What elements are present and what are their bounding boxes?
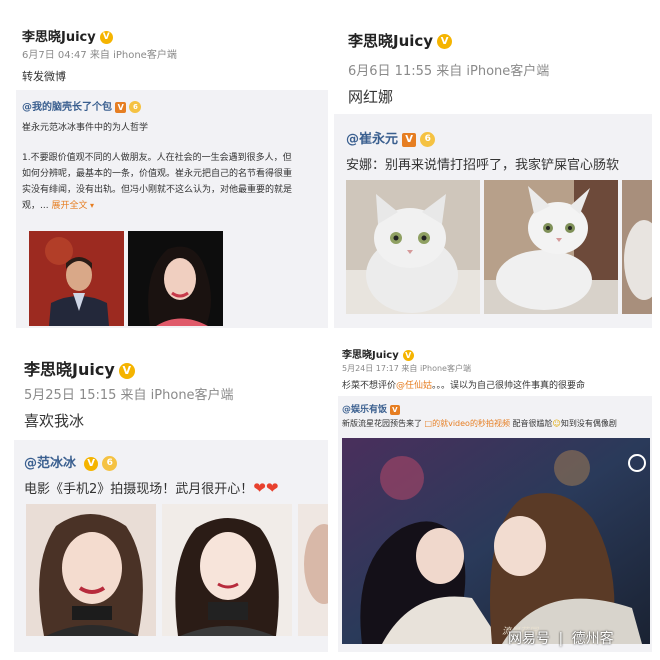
vip-icon: V — [389, 404, 400, 415]
photo-woman-1[interactable] — [26, 504, 156, 636]
woman-photo-image — [128, 231, 223, 326]
photo-woman[interactable] — [128, 231, 223, 326]
expand-link[interactable]: 展开全文 — [51, 201, 87, 211]
photo-cat-2[interactable] — [484, 180, 618, 314]
verified-badge-icon: V — [99, 31, 113, 44]
drama-still-image — [342, 438, 650, 644]
woman-photo-image — [26, 504, 156, 636]
mention-link[interactable]: @任仙姑 — [396, 381, 432, 391]
verified-badge-icon: V — [437, 34, 453, 49]
repost-header: @崔永元 V 6 — [346, 128, 436, 147]
post-text: 转发微博 — [22, 70, 66, 83]
repost-paragraph: 1.不要跟价值观不同的人做朋友。人在社会的一生会遇到很多人，但 如何分辨呢，最基… — [22, 153, 293, 211]
author-name[interactable]: 李思晓Juicy V — [342, 346, 414, 361]
repost-header: @范冰冰 V 6 — [24, 452, 118, 471]
video-thumbnail[interactable]: 流星花园 — [342, 438, 650, 644]
post-card-3: 李思晓Juicy V 5月25日 15:15 来自 iPhone客户端 喜欢我冰 … — [8, 334, 328, 652]
repost-handle[interactable]: @我的脑壳长了个包 — [22, 102, 112, 113]
photo-cat-3[interactable] — [622, 180, 652, 314]
repost-box: @我的脑壳长了个包 V 6 崔永元范冰冰事件中的为人哲学 1.不要跟价值观不同的… — [16, 90, 328, 328]
photo-woman-2[interactable] — [162, 504, 292, 636]
level-icon: 6 — [102, 456, 118, 471]
woman-photo-image — [298, 504, 328, 636]
repost-header: @我的脑壳长了个包 V 6 — [22, 98, 142, 113]
photo-woman-3[interactable] — [298, 504, 328, 636]
photo-man[interactable] — [29, 231, 124, 326]
post-meta: 6月7日 04:47 来自 iPhone客户端 — [22, 50, 177, 61]
brand-watermark: 网易号 | 德州客 — [508, 631, 614, 647]
heart-icon: ❤❤ — [253, 479, 279, 497]
author-name[interactable]: 李思晓Juicy V — [348, 30, 453, 51]
cat-photo-image — [484, 180, 618, 314]
repost-box: @崔永元 V 6 安娜：别再来说情打招呼了，我家铲屎官心肠软 — [334, 114, 652, 328]
cat-photo-image — [622, 180, 652, 314]
photo-cat-1[interactable] — [346, 180, 480, 314]
post-meta: 5月24日 17:17 来自 iPhone客户端 — [342, 364, 471, 373]
level-icon: 6 — [420, 132, 436, 147]
verified-badge-icon: V — [84, 456, 99, 471]
emoji-icon: ☺ — [552, 419, 561, 428]
author-name[interactable]: 李思晓Juicy V — [22, 26, 113, 45]
repost-handle[interactable]: @娱乐有饭 — [342, 405, 387, 415]
post-text: 网红娜 — [348, 88, 394, 106]
repost-box: @范冰冰 V 6 电影《手机2》拍摄现场！武月很开心！❤❤ — [14, 440, 328, 652]
repost-text: 新版流星花园预告来了 □的就video的秒拍视频 配音很尴尬☺知到没有偶像剧 — [342, 419, 617, 428]
repost-text: 安娜：别再来说情打招呼了，我家铲屎官心肠软 — [346, 158, 620, 173]
level-icon: 6 — [129, 101, 142, 113]
woman-photo-image — [162, 504, 292, 636]
vip-icon: V — [402, 132, 417, 147]
post-card-4: 李思晓Juicy V 5月24日 17:17 来自 iPhone客户端 杉菜不想评… — [334, 334, 652, 652]
repost-box: @娱乐有饭 V 新版流星花园预告来了 □的就video的秒拍视频 配音很尴尬☺知… — [338, 396, 652, 652]
man-photo-image — [29, 231, 124, 326]
post-meta: 5月25日 15:15 来自 iPhone客户端 — [24, 388, 234, 403]
verified-badge-icon: V — [402, 349, 414, 361]
chevron-down-icon[interactable]: ▾ — [87, 201, 94, 210]
repost-handle[interactable]: @崔永元 — [346, 132, 398, 147]
vip-icon: V — [115, 101, 127, 113]
post-card-2: 李思晓Juicy V 6月6日 11:55 来自 iPhone客户端 网红娜 @崔… — [334, 8, 652, 328]
post-text: 喜欢我冰 — [24, 412, 85, 430]
post-card-1: 李思晓Juicy V 6月7日 04:47 来自 iPhone客户端 转发微博 @… — [8, 8, 328, 328]
author-name[interactable]: 李思晓Juicy V — [24, 356, 135, 380]
verified-badge-icon: V — [118, 362, 135, 379]
repost-header: @娱乐有饭 V — [342, 402, 400, 415]
cat-photo-image — [346, 180, 480, 314]
repost-text: 电影《手机2》拍摄现场！武月很开心！❤❤ — [24, 479, 279, 497]
video-link[interactable]: □的就video的秒拍视频 — [425, 419, 510, 428]
post-meta: 6月6日 11:55 来自 iPhone客户端 — [348, 64, 550, 79]
repost-title: 崔永元范冰冰事件中的为人哲学 — [22, 123, 149, 133]
repost-handle[interactable]: @范冰冰 — [24, 456, 76, 471]
play-indicator-icon[interactable] — [628, 454, 646, 472]
post-text: 杉菜不想评价@任仙姑。。。误以为自己很帅这件事真的很要命 — [342, 381, 586, 391]
